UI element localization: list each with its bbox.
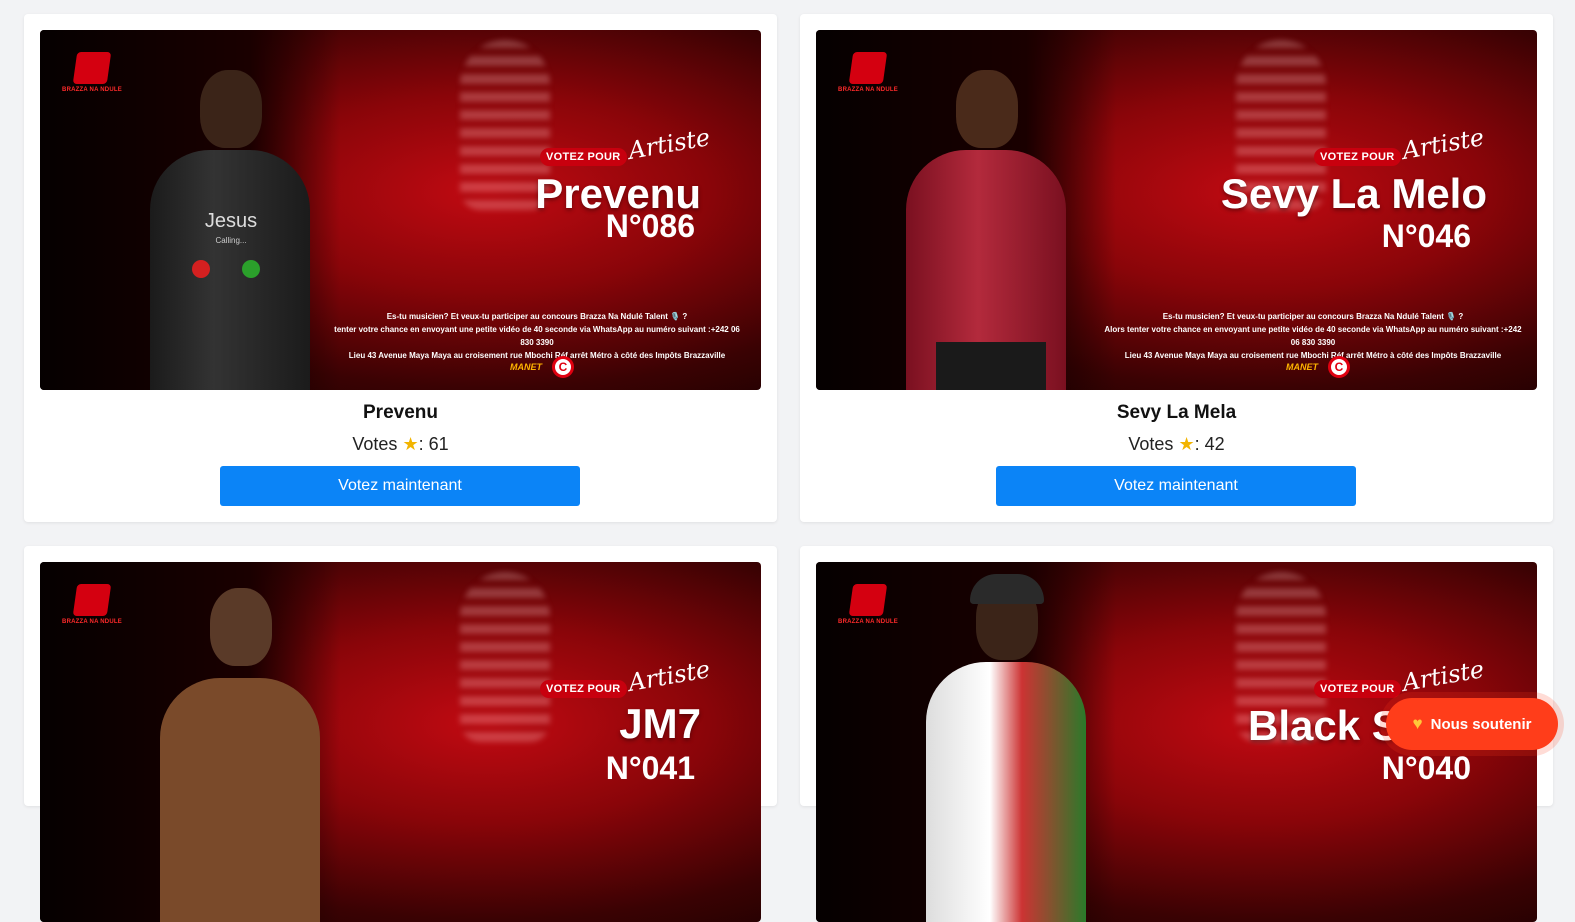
poster-number: N°046 [1381,218,1471,254]
contestant-poster: BRAZZA NA NDULE VOTEZ POUR Artiste JM7 N… [40,562,761,922]
votez-pour-tag: VOTEZ POUR [1314,680,1401,698]
poster-number: N°086 [605,208,695,244]
poster-info: Es-tu musicien? Et veux-tu participer au… [1104,312,1522,360]
contestant-photo [886,60,1086,390]
votez-pour-tag: VOTEZ POUR [540,148,627,166]
artiste-script: Artiste [1400,655,1487,697]
contestant-name: Sevy La Mela [1116,402,1237,423]
votes-count: Votes ★: 61 [352,434,449,454]
contestant-photo [906,572,1106,922]
support-us-label: Nous soutenir [1430,715,1532,733]
shirt-subtext: Calling... [215,236,247,245]
poster-name: JM7 [619,700,701,747]
vote-now-button[interactable]: Votez maintenant [220,466,580,506]
contestant-poster: BRAZZA NA NDULE Jesus Calling... VOTEZ P… [40,30,761,390]
sponsor-logos: MANET C [1286,356,1350,378]
poster-name: Sevy La Melo [1220,170,1487,217]
contestant-card: BRAZZA NA NDULE Jesus Calling... VOTEZ P… [24,14,777,522]
poster-name: Black S [1248,702,1400,749]
poster-info: Es-tu musicien? Et veux-tu participer au… [334,312,740,360]
support-us-button[interactable]: ♥ Nous soutenir [1386,698,1558,750]
contestant-photo [140,578,340,922]
brand-logo: BRAZZA NA NDULE [838,584,898,625]
contestant-card: BRAZZA NA NDULE VOTEZ POUR Artiste Black… [800,546,1553,922]
poster-number: N°041 [605,750,695,786]
votes-count: Votes ★: 42 [1128,434,1225,454]
votez-pour-tag: VOTEZ POUR [540,680,627,698]
poster-number: N°040 [1381,750,1471,786]
star-icon: ★ [1178,434,1195,454]
artiste-script: Artiste [1400,123,1487,165]
brand-logo: BRAZZA NA NDULE [62,584,122,625]
shirt-text: Jesus [204,210,258,232]
contestant-poster: BRAZZA NA NDULE VOTEZ POUR Artiste Sevy … [816,30,1537,390]
brand-logo: BRAZZA NA NDULE [62,52,122,93]
contestant-photo: Jesus Calling... [130,60,330,390]
heart-icon: ♥ [1412,714,1423,733]
artiste-script: Artiste [626,123,713,165]
contestant-name: Prevenu [363,402,438,423]
vote-now-button[interactable]: Votez maintenant [996,466,1356,506]
contestant-card: BRAZZA NA NDULE VOTEZ POUR Artiste Sevy … [800,14,1553,522]
contestant-card: BRAZZA NA NDULE VOTEZ POUR Artiste JM7 N… [24,546,777,922]
votez-pour-tag: VOTEZ POUR [1314,148,1401,166]
star-icon: ★ [402,434,419,454]
sponsor-logos: MANET C [510,356,574,378]
artiste-script: Artiste [626,655,713,697]
microphone-graphic [460,572,550,742]
